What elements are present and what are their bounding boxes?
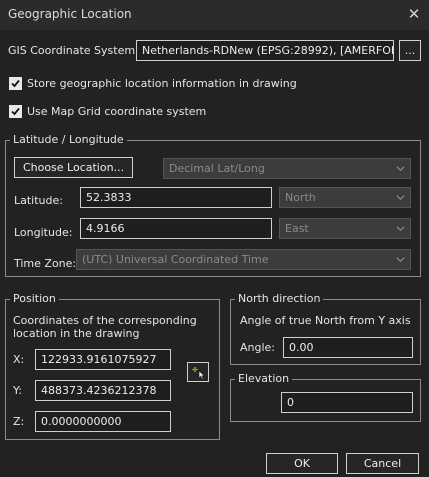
position-description: Coordinates of the corresponding locatio… (13, 314, 197, 340)
longitude-label: Longitude: (14, 226, 73, 239)
map-grid-label: Use Map Grid coordinate system (27, 105, 207, 118)
position-group-title: Position (10, 292, 59, 305)
ok-button[interactable]: OK (266, 453, 338, 474)
timezone-label: Time Zone: (14, 257, 77, 270)
elevation-group-title: Elevation (235, 372, 293, 385)
choose-location-button[interactable]: Choose Location... (14, 157, 133, 178)
coordinate-format-select: Decimal Lat/Long (163, 158, 411, 179)
longitude-direction-select: East (279, 218, 411, 239)
north-direction-group-title: North direction (235, 292, 324, 305)
x-label: X: (13, 353, 25, 366)
latlong-group-title: Latitude / Longitude (10, 133, 127, 146)
chevron-down-icon (396, 257, 405, 263)
cancel-button[interactable]: Cancel (346, 453, 419, 474)
checkmark-icon (11, 79, 20, 88)
y-label: Y: (13, 384, 22, 397)
north-description: Angle of true North from Y axis (240, 314, 411, 327)
chevron-down-icon (396, 166, 405, 172)
timezone-value: (UTC) Universal Coordinated Time (82, 253, 269, 266)
close-icon[interactable]: ✕ (404, 4, 424, 24)
latitude-input[interactable]: 52.3833 (80, 187, 272, 208)
checkmark-icon (11, 107, 20, 116)
latitude-direction-select: North (279, 187, 411, 208)
y-input[interactable]: 488373.4236212378 (35, 380, 171, 401)
store-location-checkbox[interactable] (9, 77, 22, 90)
gis-browse-button[interactable]: ... (399, 40, 421, 61)
pick-point-icon (192, 367, 206, 380)
chevron-down-icon (396, 226, 405, 232)
z-label: Z: (13, 415, 25, 428)
z-input[interactable]: 0.0000000000 (35, 411, 171, 432)
x-input[interactable]: 122933.9161075927 (35, 349, 171, 370)
angle-input[interactable]: 0.00 (283, 337, 413, 358)
chevron-down-icon (396, 195, 405, 201)
longitude-direction-value: East (285, 222, 309, 235)
coordinate-format-value: Decimal Lat/Long (169, 162, 265, 175)
longitude-input[interactable]: 4.9166 (80, 218, 272, 239)
dialog-title: Geographic Location (8, 7, 132, 21)
pick-point-button[interactable] (187, 362, 209, 382)
store-location-label: Store geographic location information in… (27, 77, 297, 90)
latitude-direction-value: North (285, 191, 316, 204)
map-grid-checkbox[interactable] (9, 105, 22, 118)
angle-label: Angle: (240, 341, 276, 354)
gis-label: GIS Coordinate System: (8, 44, 139, 57)
latitude-label: Latitude: (14, 194, 63, 207)
gis-coordinate-system-field[interactable]: Netherlands-RDNew (EPSG:28992), [AMERFOR… (136, 40, 394, 61)
elevation-input[interactable]: 0 (281, 392, 413, 413)
timezone-select: (UTC) Universal Coordinated Time (76, 249, 411, 270)
